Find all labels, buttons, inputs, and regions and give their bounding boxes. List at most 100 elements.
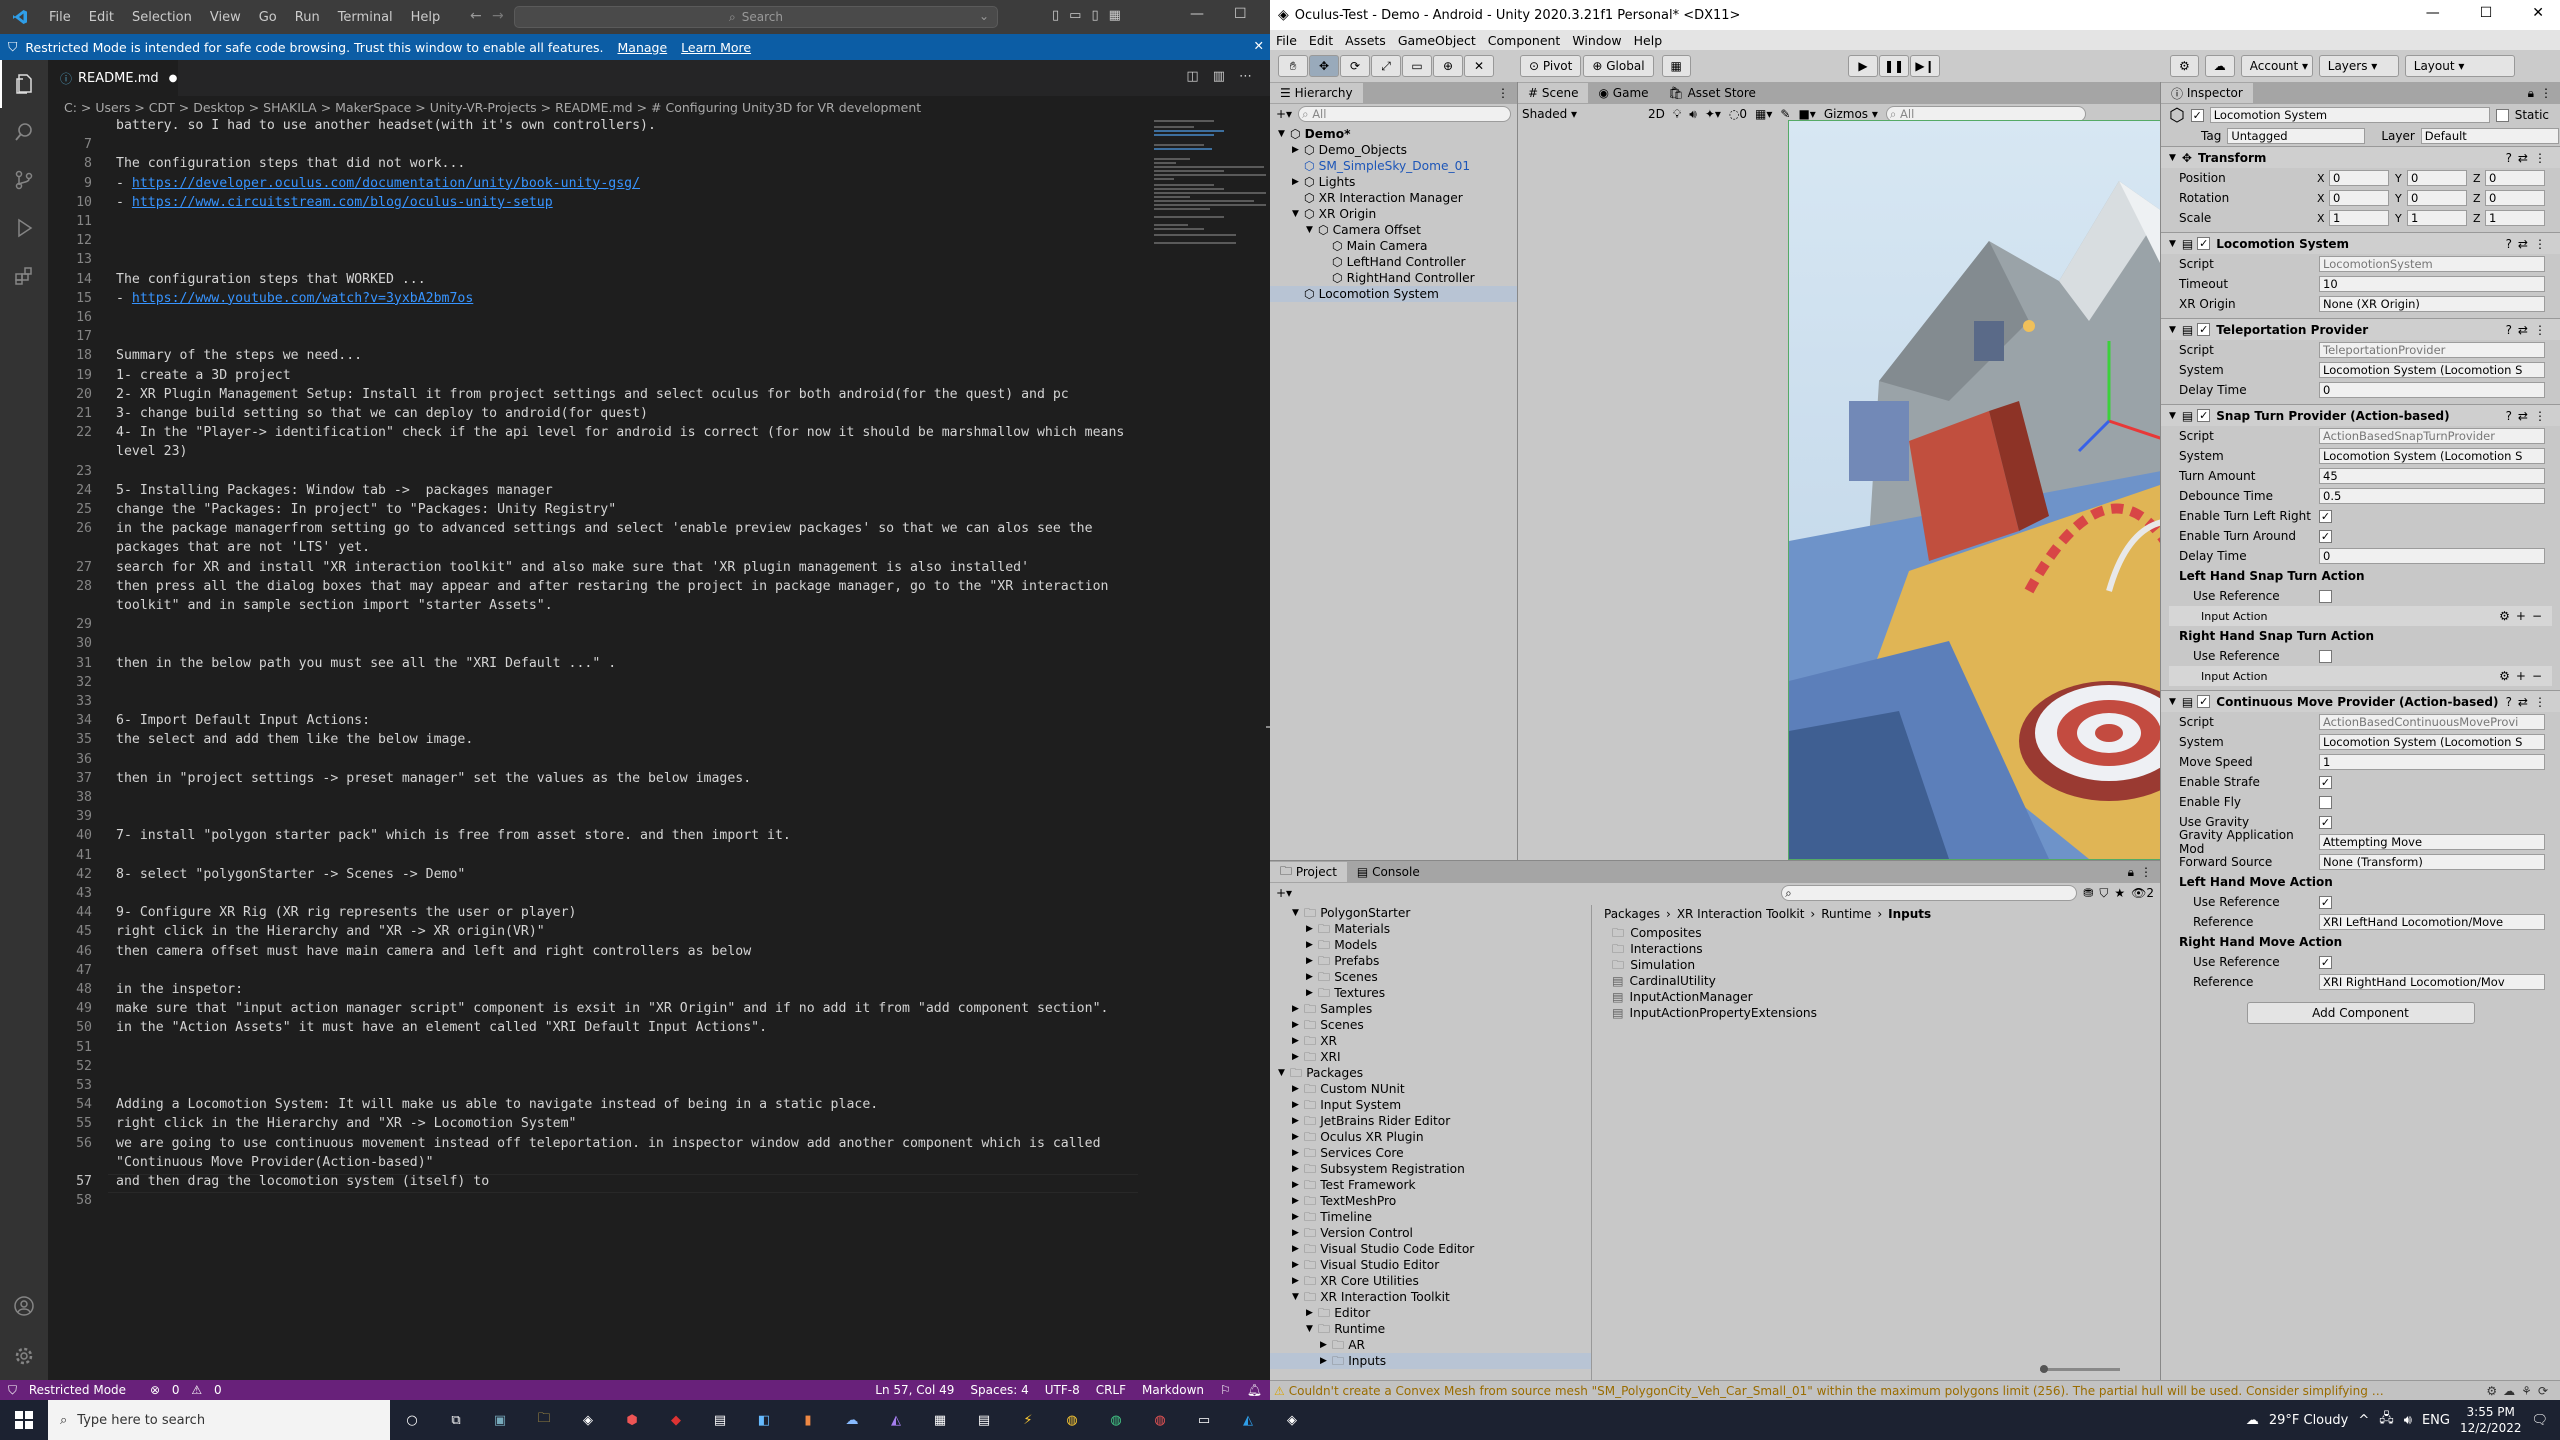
code-line[interactable]: search for XR and install "XR interactio… bbox=[116, 560, 1029, 575]
hierarchy-item[interactable]: ⬡ Locomotion System bbox=[1270, 286, 1517, 302]
filter-type-icon[interactable]: ⛃ bbox=[2083, 886, 2093, 900]
transform-y-field[interactable]: 0 bbox=[2407, 170, 2467, 186]
code-line[interactable]: battery. so I had to use another headset… bbox=[116, 118, 656, 133]
feedback-icon[interactable]: ⚐ bbox=[1212, 1383, 1239, 1397]
command-search-input[interactable]: ⌕ Search ⌄ bbox=[514, 6, 998, 28]
code-line[interactable]: then in "project settings -> preset mana… bbox=[116, 771, 751, 786]
code-link[interactable]: https://developer.oculus.com/documentati… bbox=[132, 176, 640, 191]
play-button[interactable]: ▶ bbox=[1848, 55, 1878, 77]
tag-dropdown[interactable]: Untagged bbox=[2227, 128, 2366, 144]
task-view-icon[interactable]: ⧉ bbox=[434, 1400, 478, 1440]
code-line[interactable]: right click in the Hierarchy and "XR -> … bbox=[116, 924, 545, 939]
hierarchy-item[interactable]: ▼ ⬡ XR Origin bbox=[1270, 206, 1517, 222]
panel-menu-icon[interactable]: ⋮ bbox=[1497, 86, 1517, 100]
panel-menu-icon[interactable]: ⋮ bbox=[2140, 865, 2160, 879]
use-reference-checkbox[interactable]: ✓ bbox=[2319, 955, 2332, 969]
code-line[interactable]: "Continuous Move Provider(Action-based)" bbox=[116, 1155, 434, 1170]
code-line[interactable]: change the "Packages: In project" to "Pa… bbox=[116, 502, 616, 517]
file-explorer-icon[interactable]: 🗀 bbox=[522, 1400, 566, 1440]
weather-text[interactable]: 29°F Cloudy bbox=[2269, 1413, 2348, 1428]
app-icon-1[interactable]: ▣ bbox=[478, 1400, 522, 1440]
grid-snap-icon[interactable]: ▦ bbox=[1661, 55, 1691, 77]
maximize-icon[interactable]: ☐ bbox=[2480, 5, 2493, 21]
app-icon-3[interactable]: ▦ bbox=[918, 1400, 962, 1440]
hierarchy-item[interactable]: ▶ ⬡ Demo_Objects bbox=[1270, 142, 1517, 158]
project-folder[interactable]: ▶ 🗀 Services Core bbox=[1270, 1145, 1591, 1161]
foldout-arrow-icon[interactable]: ▶ bbox=[1292, 1017, 1304, 1033]
property-checkbox[interactable]: ✓ bbox=[2319, 529, 2332, 543]
add-component-button[interactable]: Add Component bbox=[2246, 1002, 2475, 1024]
2d-toggle[interactable]: 2D bbox=[1648, 107, 1665, 121]
breadcrumb-item[interactable]: Packages bbox=[1604, 907, 1660, 921]
project-folder[interactable]: ▼ 🗀 Packages bbox=[1270, 1065, 1591, 1081]
project-folder[interactable]: ▶ 🗀 Oculus XR Plugin bbox=[1270, 1129, 1591, 1145]
menu-help[interactable]: Help bbox=[402, 10, 450, 25]
project-asset[interactable]: ▤ InputActionPropertyExtensions bbox=[1612, 1005, 2160, 1021]
project-folder[interactable]: ▶ 🗀 Models bbox=[1270, 937, 1591, 953]
hierarchy-item[interactable]: ▼ ⬡ Demo* bbox=[1270, 126, 1517, 142]
restricted-mode-status[interactable]: ⛉ Restricted Mode bbox=[0, 1383, 142, 1398]
use-reference-checkbox[interactable]: ✓ bbox=[2319, 895, 2332, 909]
code-line[interactable]: then camera offset must have main camera… bbox=[116, 944, 751, 959]
project-folder[interactable]: ▶ 🗀 Visual Studio Editor bbox=[1270, 1257, 1591, 1273]
property-field[interactable]: Locomotion System (Locomotion S bbox=[2319, 362, 2545, 378]
code-line[interactable]: toolkit" and in sample section import "s… bbox=[116, 598, 553, 613]
input-action-controls-icons[interactable]: ⚙+− bbox=[2499, 609, 2552, 623]
property-checkbox[interactable]: ✓ bbox=[2319, 775, 2332, 789]
component-enabled-checkbox[interactable]: ✓ bbox=[2197, 237, 2211, 250]
filter-label-icon[interactable]: ⛉ bbox=[2099, 886, 2108, 901]
minimize-icon[interactable]: — bbox=[1190, 6, 1204, 22]
foldout-arrow-icon[interactable]: ▼ bbox=[2169, 697, 2176, 707]
foldout-arrow-icon[interactable]: ▶ bbox=[1292, 1241, 1304, 1257]
run-debug-icon[interactable] bbox=[0, 204, 48, 252]
component-menu-icons[interactable]: ?⇄⋮ bbox=[2506, 323, 2560, 337]
project-asset[interactable]: 🗀 Interactions bbox=[1612, 941, 2160, 957]
grid-icon[interactable]: ▦▾ bbox=[1755, 107, 1772, 121]
project-folder[interactable]: ▶ 🗀 Version Control bbox=[1270, 1225, 1591, 1241]
app-icon-red2[interactable]: ◆ bbox=[654, 1400, 698, 1440]
property-field[interactable]: 0.5 bbox=[2319, 488, 2545, 504]
code-line[interactable]: then press all the dialog boxes that may… bbox=[116, 579, 1108, 594]
foldout-arrow-icon[interactable]: ▶ bbox=[1292, 1209, 1304, 1225]
cloud-icon[interactable]: ☁ bbox=[2204, 55, 2235, 77]
gear-icon[interactable] bbox=[0, 1332, 48, 1380]
encoding-status[interactable]: UTF-8 bbox=[1037, 1383, 1088, 1397]
explorer-icon[interactable] bbox=[0, 60, 48, 108]
network-icon[interactable]: 🖧︎ bbox=[2379, 1409, 2394, 1431]
layout-dropdown[interactable]: Layout ▾ bbox=[2404, 55, 2515, 77]
component-menu-icons[interactable]: ?⇄⋮ bbox=[2506, 409, 2560, 423]
project-folder[interactable]: ▶ 🗀 JetBrains Rider Editor bbox=[1270, 1113, 1591, 1129]
manage-link[interactable]: Manage bbox=[618, 40, 668, 55]
locomotion-system-component-header[interactable]: ▼ ▤ ✓ Locomotion System ?⇄⋮ bbox=[2161, 232, 2560, 254]
foldout-arrow-icon[interactable]: ▶ bbox=[1320, 1353, 1332, 1369]
foldout-arrow-icon[interactable]: ▼ bbox=[1292, 905, 1304, 921]
code-line[interactable]: we are going to use continuous movement … bbox=[116, 1136, 1101, 1151]
app-icon-blue[interactable]: ◧ bbox=[742, 1400, 786, 1440]
visual-studio-icon[interactable]: ◭ bbox=[874, 1400, 918, 1440]
lock-icon[interactable]: 🔒︎ bbox=[2128, 865, 2140, 880]
project-asset[interactable]: 🗀 Simulation bbox=[1612, 957, 2160, 973]
code-line[interactable]: 1- create a 3D project bbox=[116, 368, 291, 383]
code-editor[interactable]: battery. so I had to use another headset… bbox=[48, 118, 1138, 1380]
gizmos-dropdown[interactable]: Gizmos ▾ bbox=[1824, 107, 1878, 121]
code-line[interactable]: in the inspetor: bbox=[116, 982, 243, 997]
office-icon[interactable]: ▮ bbox=[786, 1400, 830, 1440]
transform-y-field[interactable]: 0 bbox=[2407, 190, 2467, 206]
pause-button[interactable]: ❚❚ bbox=[1879, 55, 1909, 77]
code-line[interactable]: packages that are not 'LTS' yet. bbox=[116, 540, 370, 555]
input-action-controls-icons[interactable]: ⚙+− bbox=[2499, 669, 2552, 683]
tab-project[interactable]: 🗀 Project bbox=[1270, 862, 1347, 882]
layer-dropdown[interactable]: Default bbox=[2420, 128, 2559, 144]
code-line[interactable]: right click in the Hierarchy and "XR -> … bbox=[116, 1116, 577, 1131]
transform-tool-icon[interactable]: ⊕ bbox=[1433, 55, 1463, 77]
project-folder[interactable]: ▶ 🗀 Textures bbox=[1270, 985, 1591, 1001]
transform-z-field[interactable]: 1 bbox=[2485, 210, 2545, 226]
foldout-arrow-icon[interactable]: ▼ bbox=[1292, 1289, 1304, 1305]
transform-y-field[interactable]: 1 bbox=[2407, 210, 2467, 226]
menu-window[interactable]: Window bbox=[1566, 33, 1627, 48]
static-checkbox[interactable] bbox=[2495, 108, 2509, 122]
code-line[interactable]: The configuration steps that WORKED ... bbox=[116, 272, 426, 287]
property-field[interactable]: Attempting Move bbox=[2319, 834, 2545, 850]
lock-icon[interactable]: 🔒︎ bbox=[2528, 86, 2540, 101]
notification-center-icon[interactable]: 🗨︎ bbox=[2531, 1413, 2548, 1428]
